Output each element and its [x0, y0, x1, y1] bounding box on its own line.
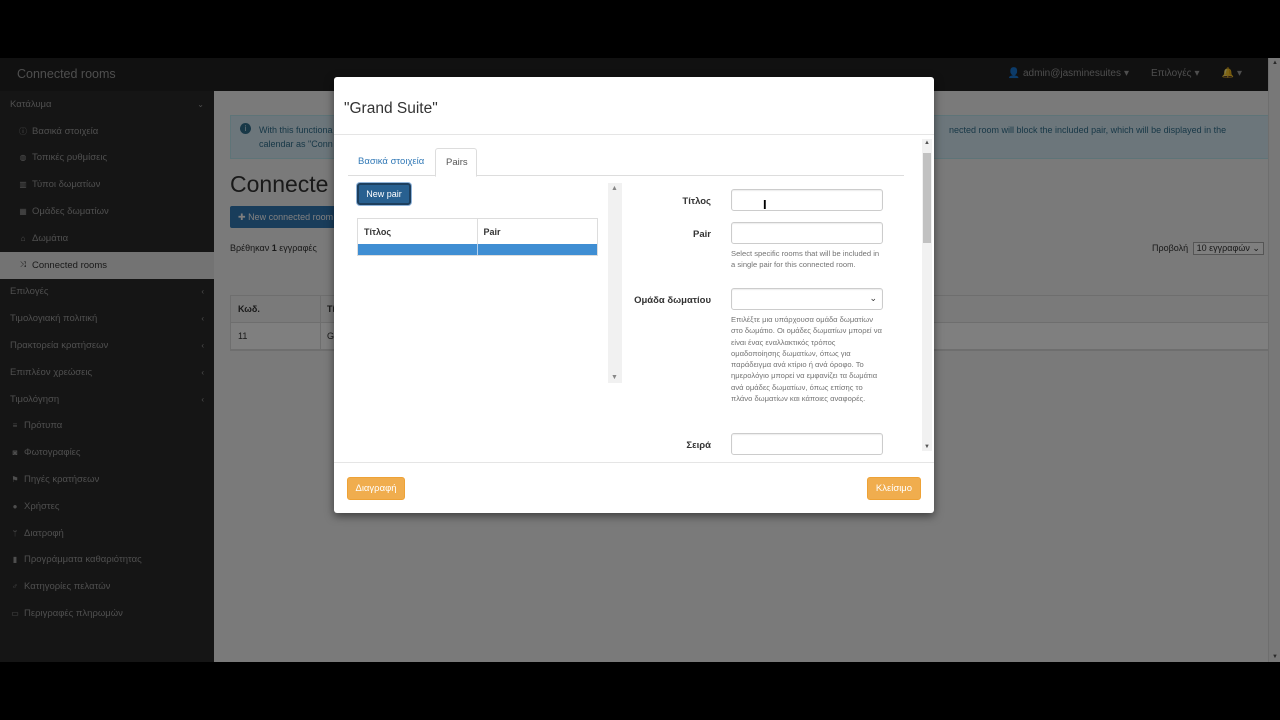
pair-help-text: Select specific rooms that will be inclu… — [731, 249, 880, 270]
pair-input[interactable] — [731, 222, 883, 244]
pairs-table-header: Τίτλος Pair — [358, 219, 597, 244]
pairs-header-pair[interactable]: Pair — [478, 219, 598, 244]
scroll-down-icon: ▼ — [611, 374, 618, 381]
room-group-label: Ομάδα δωματίου — [634, 295, 711, 306]
title-input[interactable]: I — [731, 189, 883, 212]
scroll-up-icon: ▲ — [924, 140, 930, 146]
modal-body: Βασικά στοιχεία Pairs New pair Τίτλος Pa… — [334, 135, 934, 455]
delete-button[interactable]: Διαγραφή — [347, 477, 405, 500]
pairs-header-title[interactable]: Τίτλος — [358, 219, 478, 244]
pair-label: Pair — [693, 229, 711, 240]
close-button[interactable]: Κλείσιμο — [867, 477, 921, 500]
new-pair-button[interactable]: New pair — [357, 183, 411, 205]
connected-room-modal: "Grand Suite" Βασικά στοιχεία Pairs New … — [334, 77, 934, 513]
pairs-table: Τίτλος Pair — [357, 218, 598, 256]
modal-tabs: Βασικά στοιχεία Pairs — [348, 148, 904, 177]
tab-pairs[interactable]: Pairs — [435, 148, 477, 177]
scrollbar-thumb[interactable] — [923, 153, 931, 243]
room-group-help-text: Επιλέξτε μια υπάρχουσα ομάδα δωματίων στ… — [731, 315, 882, 404]
app-frame: Connected rooms 👤 admin@jasminesuites ▾ … — [0, 58, 1280, 662]
modal-title: "Grand Suite" — [344, 100, 438, 117]
pairs-cell-title — [358, 244, 478, 255]
divider — [334, 462, 934, 463]
scroll-down-icon: ▼ — [924, 444, 930, 450]
chevron-down-icon: ⌄ — [869, 293, 877, 303]
table-row[interactable] — [358, 244, 597, 255]
order-input[interactable] — [731, 433, 883, 455]
scroll-up-icon: ▲ — [611, 185, 618, 192]
pairs-cell-pair — [478, 244, 598, 255]
tab-basic-info[interactable]: Βασικά στοιχεία — [348, 148, 434, 176]
text-cursor-icon: I — [763, 197, 767, 212]
order-label: Σειρά — [686, 440, 711, 451]
pairs-list-scrollbar[interactable]: ▲ ▼ — [608, 183, 622, 383]
pairs-list-pane: New pair Τίτλος Pair ▲ ▼ — [357, 183, 625, 383]
room-group-select[interactable]: ⌄ — [731, 288, 883, 310]
modal-scrollbar[interactable]: ▲ ▼ — [922, 139, 932, 451]
title-label: Τίτλος — [682, 196, 711, 207]
